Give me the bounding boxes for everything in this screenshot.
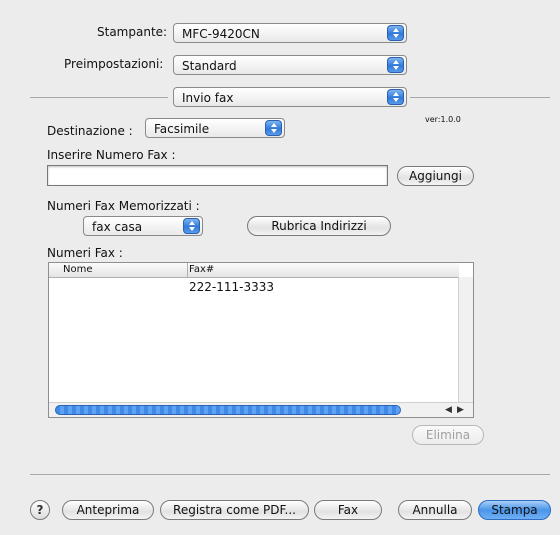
fax-number-input[interactable] — [47, 165, 388, 186]
popup-arrows-icon — [387, 89, 404, 105]
stored-numbers-label: Numeri Fax Memorizzati : — [47, 199, 200, 213]
print-button[interactable]: Stampa — [478, 500, 551, 520]
delete-button[interactable]: Elimina — [412, 425, 484, 445]
footer-separator — [30, 474, 550, 475]
vertical-scrollbar[interactable] — [458, 277, 473, 403]
presets-value: Standard — [182, 59, 237, 73]
horizontal-scroll-thumb[interactable] — [55, 405, 401, 415]
column-header-fax[interactable]: Fax# — [189, 263, 214, 276]
version-text: ver:1.0.0 — [425, 115, 461, 124]
panel-value: Invio fax — [182, 91, 234, 105]
preview-button[interactable]: Anteprima — [62, 500, 154, 520]
popup-arrows-icon — [387, 25, 404, 41]
destination-value: Facsimile — [154, 122, 210, 136]
printer-value: MFC-9420CN — [182, 27, 260, 41]
fax-button[interactable]: Fax — [314, 500, 382, 520]
scroll-arrows[interactable]: ◀ ▶ — [427, 404, 471, 416]
popup-arrows-icon — [183, 218, 200, 234]
table-header: Nome Fax# — [49, 263, 459, 278]
cancel-button[interactable]: Annulla — [398, 500, 472, 520]
horizontal-scrollbar[interactable]: ◀ ▶ — [49, 402, 473, 417]
save-pdf-button[interactable]: Registra come PDF... — [160, 500, 309, 520]
add-button[interactable]: Aggiungi — [397, 166, 474, 186]
stored-numbers-popup[interactable]: fax casa — [83, 216, 203, 236]
panel-popup[interactable]: Invio fax — [173, 87, 407, 107]
printer-popup[interactable]: MFC-9420CN — [173, 23, 407, 43]
presets-popup[interactable]: Standard — [173, 55, 407, 75]
column-header-name[interactable]: Nome — [63, 263, 93, 276]
popup-arrows-icon — [387, 57, 404, 73]
help-icon[interactable]: ? — [30, 500, 50, 520]
fax-number-label: Inserire Numero Fax : — [47, 148, 176, 162]
stored-numbers-value: fax casa — [92, 220, 143, 234]
table-row[interactable]: 222-111-3333 — [49, 278, 457, 294]
address-book-button[interactable]: Rubrica Indirizzi — [247, 216, 391, 236]
separator-left — [30, 97, 168, 98]
separator-right — [410, 97, 550, 98]
destination-popup[interactable]: Facsimile — [145, 118, 285, 138]
printer-label: Stampante: — [97, 25, 168, 39]
row-fax: 222-111-3333 — [189, 280, 275, 294]
destination-label: Destinazione : — [47, 124, 133, 138]
fax-list-label: Numeri Fax : — [47, 246, 123, 260]
scroll-right-icon[interactable]: ▶ — [457, 404, 464, 416]
fax-list-table[interactable]: Nome Fax# 222-111-3333 ◀ ▶ — [48, 262, 474, 418]
presets-label: Preimpostazioni: — [64, 57, 164, 71]
popup-arrows-icon — [265, 120, 282, 136]
scroll-left-icon[interactable]: ◀ — [445, 404, 452, 416]
column-divider — [187, 263, 188, 277]
